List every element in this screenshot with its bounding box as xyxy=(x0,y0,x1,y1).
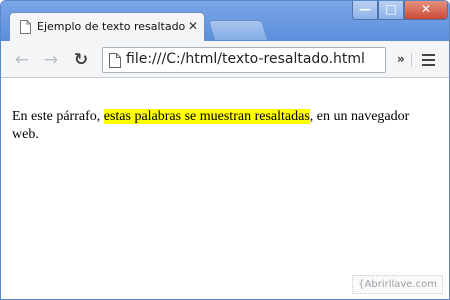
back-button[interactable]: ← xyxy=(12,50,32,70)
close-window-button[interactable]: ✕ xyxy=(404,1,448,20)
close-icon[interactable]: ✕ xyxy=(186,19,200,33)
title-bar: Ejemplo de texto resaltado ✕ — □ ✕ xyxy=(1,1,449,41)
highlighted-text: estas palabras se muestran resaltadas xyxy=(103,109,310,124)
bookmarks-overflow-button[interactable]: » xyxy=(397,52,405,66)
minimize-button[interactable]: — xyxy=(352,1,378,20)
site-watermark: {Abrirllave.com xyxy=(352,275,443,294)
new-tab-button[interactable] xyxy=(208,20,268,40)
paragraph: En este párrafo, estas palabras se muest… xyxy=(12,108,432,144)
tab-title: Ejemplo de texto resaltado xyxy=(37,20,186,33)
page-content: En este párrafo, estas palabras se muest… xyxy=(1,79,449,299)
file-icon xyxy=(109,53,121,68)
browser-window: Ejemplo de texto resaltado ✕ — □ ✕ ← → ↻… xyxy=(0,0,450,300)
menu-icon[interactable] xyxy=(422,54,435,66)
tab-active[interactable]: Ejemplo de texto resaltado ✕ xyxy=(9,12,205,41)
forward-button[interactable]: → xyxy=(41,50,61,70)
url-text[interactable]: file:///C:/html/texto-resaltado.html xyxy=(126,51,365,67)
maximize-button[interactable]: □ xyxy=(378,1,404,20)
page-icon xyxy=(20,20,31,34)
paragraph-text-before: En este párrafo, xyxy=(12,109,104,124)
toolbar-divider xyxy=(411,53,412,67)
browser-toolbar: ← → ↻ file:///C:/html/texto-resaltado.ht… xyxy=(1,41,449,78)
address-bar[interactable]: file:///C:/html/texto-resaltado.html xyxy=(102,47,386,73)
reload-button[interactable]: ↻ xyxy=(71,50,91,70)
